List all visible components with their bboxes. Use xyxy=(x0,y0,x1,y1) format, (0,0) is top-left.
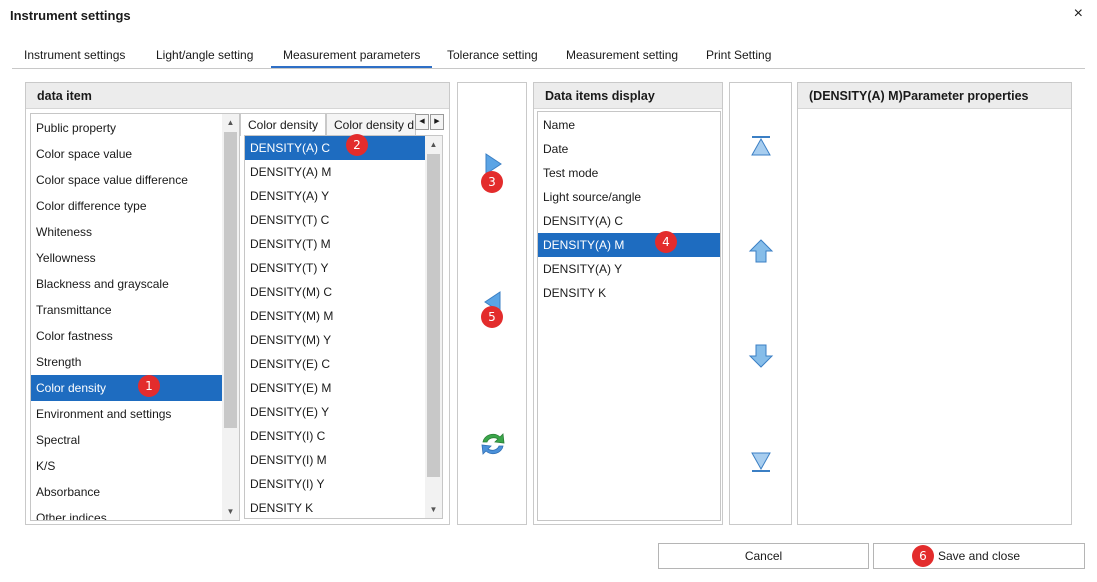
tab-tolerance-setting[interactable]: Tolerance setting xyxy=(435,42,550,68)
list-item[interactable]: DENSITY(A) M xyxy=(245,160,425,184)
tab-scroll-right-icon[interactable]: ▶ xyxy=(430,114,444,130)
data-item-header: data item xyxy=(26,83,449,109)
tab-print-setting[interactable]: Print Setting xyxy=(694,42,783,68)
list-item[interactable]: Blackness and grayscale xyxy=(31,271,222,297)
step-badge: 2 xyxy=(346,134,368,156)
move-down-icon[interactable] xyxy=(748,343,774,369)
density-items: DENSITY(A) C DENSITY(A) M DENSITY(A) Y DENS… xyxy=(245,136,425,518)
properties-group: (DENSITY(A) M)Parameter properties xyxy=(797,82,1072,525)
properties-header: (DENSITY(A) M)Parameter properties xyxy=(798,83,1071,109)
list-item[interactable]: DENSITY(A) Y xyxy=(245,184,425,208)
list-item[interactable]: DENSITY(M) M xyxy=(245,304,425,328)
subtab-color-density[interactable]: Color density xyxy=(240,113,326,136)
density-subtabs: Color density Color density d ◀ ▶ xyxy=(240,113,447,136)
transfer-panel xyxy=(457,82,527,525)
list-item[interactable]: DENSITY(E) M xyxy=(245,376,425,400)
save-and-close-button[interactable]: Save and close xyxy=(873,543,1085,569)
list-item[interactable]: Date xyxy=(538,137,720,161)
list-item[interactable]: DENSITY(M) Y xyxy=(245,328,425,352)
close-icon[interactable]: × xyxy=(1074,5,1083,23)
list-item[interactable]: DENSITY(T) Y xyxy=(245,256,425,280)
tab-measurement-parameters[interactable]: Measurement parameters xyxy=(271,42,433,68)
settings-tabs: Instrument settings Light/angle setting … xyxy=(12,42,1085,69)
step-badge: 1 xyxy=(138,375,160,397)
list-item[interactable]: DENSITY(A) M xyxy=(538,233,720,257)
list-item[interactable]: DENSITY(A) Y xyxy=(538,257,720,281)
list-item[interactable]: Color density xyxy=(31,375,222,401)
refresh-icon[interactable] xyxy=(478,429,508,459)
list-item[interactable]: Color space value xyxy=(31,141,222,167)
category-items: Public property Color space value Color sp… xyxy=(31,114,222,520)
list-item[interactable]: Strength xyxy=(31,349,222,375)
tab-scroll-left-icon[interactable]: ◀ xyxy=(415,114,429,130)
scroll-down-icon[interactable]: ▼ xyxy=(222,503,239,520)
scroll-down-icon[interactable]: ▼ xyxy=(425,501,442,518)
list-item[interactable]: DENSITY(A) C xyxy=(538,209,720,233)
list-item[interactable]: DENSITY(M) C xyxy=(245,280,425,304)
list-item[interactable]: DENSITY K xyxy=(538,281,720,305)
list-item[interactable]: DENSITY(I) Y xyxy=(245,472,425,496)
list-item[interactable]: DENSITY(T) C xyxy=(245,208,425,232)
list-item[interactable]: Environment and settings xyxy=(31,401,222,427)
display-list[interactable]: Name Date Test mode Light source/angle DENSI… xyxy=(537,111,721,521)
list-item[interactable]: Light source/angle xyxy=(538,185,720,209)
data-item-group: data item Public property Color space val… xyxy=(25,82,450,525)
scroll-up-icon[interactable]: ▲ xyxy=(222,114,239,131)
order-panel xyxy=(729,82,792,525)
move-bottom-icon[interactable] xyxy=(748,449,774,475)
list-item[interactable]: Transmittance xyxy=(31,297,222,323)
scroll-thumb[interactable] xyxy=(224,132,237,428)
list-item[interactable]: Color fastness xyxy=(31,323,222,349)
list-item[interactable]: Test mode xyxy=(538,161,720,185)
tab-light-angle-setting[interactable]: Light/angle setting xyxy=(144,42,265,68)
list-item[interactable]: DENSITY(I) M xyxy=(245,448,425,472)
subtab-color-density-d[interactable]: Color density d xyxy=(326,113,416,135)
list-item[interactable]: Color space value difference xyxy=(31,167,222,193)
list-item[interactable]: DENSITY(I) C xyxy=(245,424,425,448)
display-header: Data items display xyxy=(534,83,722,109)
list-item[interactable]: DENSITY(T) M xyxy=(245,232,425,256)
scroll-thumb[interactable] xyxy=(427,154,440,477)
list-item[interactable]: DENSITY(A) C xyxy=(245,136,425,160)
density-scrollbar[interactable]: ▲ ▼ xyxy=(425,136,442,518)
list-item[interactable]: DENSITY(E) Y xyxy=(245,400,425,424)
move-top-icon[interactable] xyxy=(748,133,774,159)
step-badge: 4 xyxy=(655,231,677,253)
step-badge: 5 xyxy=(481,306,503,328)
tab-measurement-setting[interactable]: Measurement setting xyxy=(554,42,690,68)
list-item[interactable]: K/S xyxy=(31,453,222,479)
step-badge: 6 xyxy=(912,545,934,567)
step-badge: 3 xyxy=(481,171,503,193)
list-item[interactable]: Name xyxy=(538,113,720,137)
display-items: Name Date Test mode Light source/angle DENSI… xyxy=(538,112,720,305)
list-item[interactable]: Absorbance xyxy=(31,479,222,505)
tab-instrument-settings[interactable]: Instrument settings xyxy=(12,42,137,68)
list-item[interactable]: Other indices xyxy=(31,505,222,520)
category-list[interactable]: Public property Color space value Color sp… xyxy=(30,113,240,521)
list-item[interactable]: DENSITY K xyxy=(245,496,425,518)
list-item[interactable]: Spectral xyxy=(31,427,222,453)
cancel-button[interactable]: Cancel xyxy=(658,543,869,569)
scroll-up-icon[interactable]: ▲ xyxy=(425,136,442,153)
list-item[interactable]: Public property xyxy=(31,115,222,141)
display-group: Data items display Name Date Test mode Ligh… xyxy=(533,82,723,525)
list-item[interactable]: Color difference type xyxy=(31,193,222,219)
list-item[interactable]: DENSITY(E) C xyxy=(245,352,425,376)
density-list[interactable]: DENSITY(A) C DENSITY(A) M DENSITY(A) Y DENS… xyxy=(244,135,443,519)
move-up-icon[interactable] xyxy=(748,238,774,264)
list-item[interactable]: Whiteness xyxy=(31,219,222,245)
category-scrollbar[interactable]: ▲ ▼ xyxy=(222,114,239,520)
dialog-title: Instrument settings xyxy=(10,8,131,23)
list-item[interactable]: Yellowness xyxy=(31,245,222,271)
